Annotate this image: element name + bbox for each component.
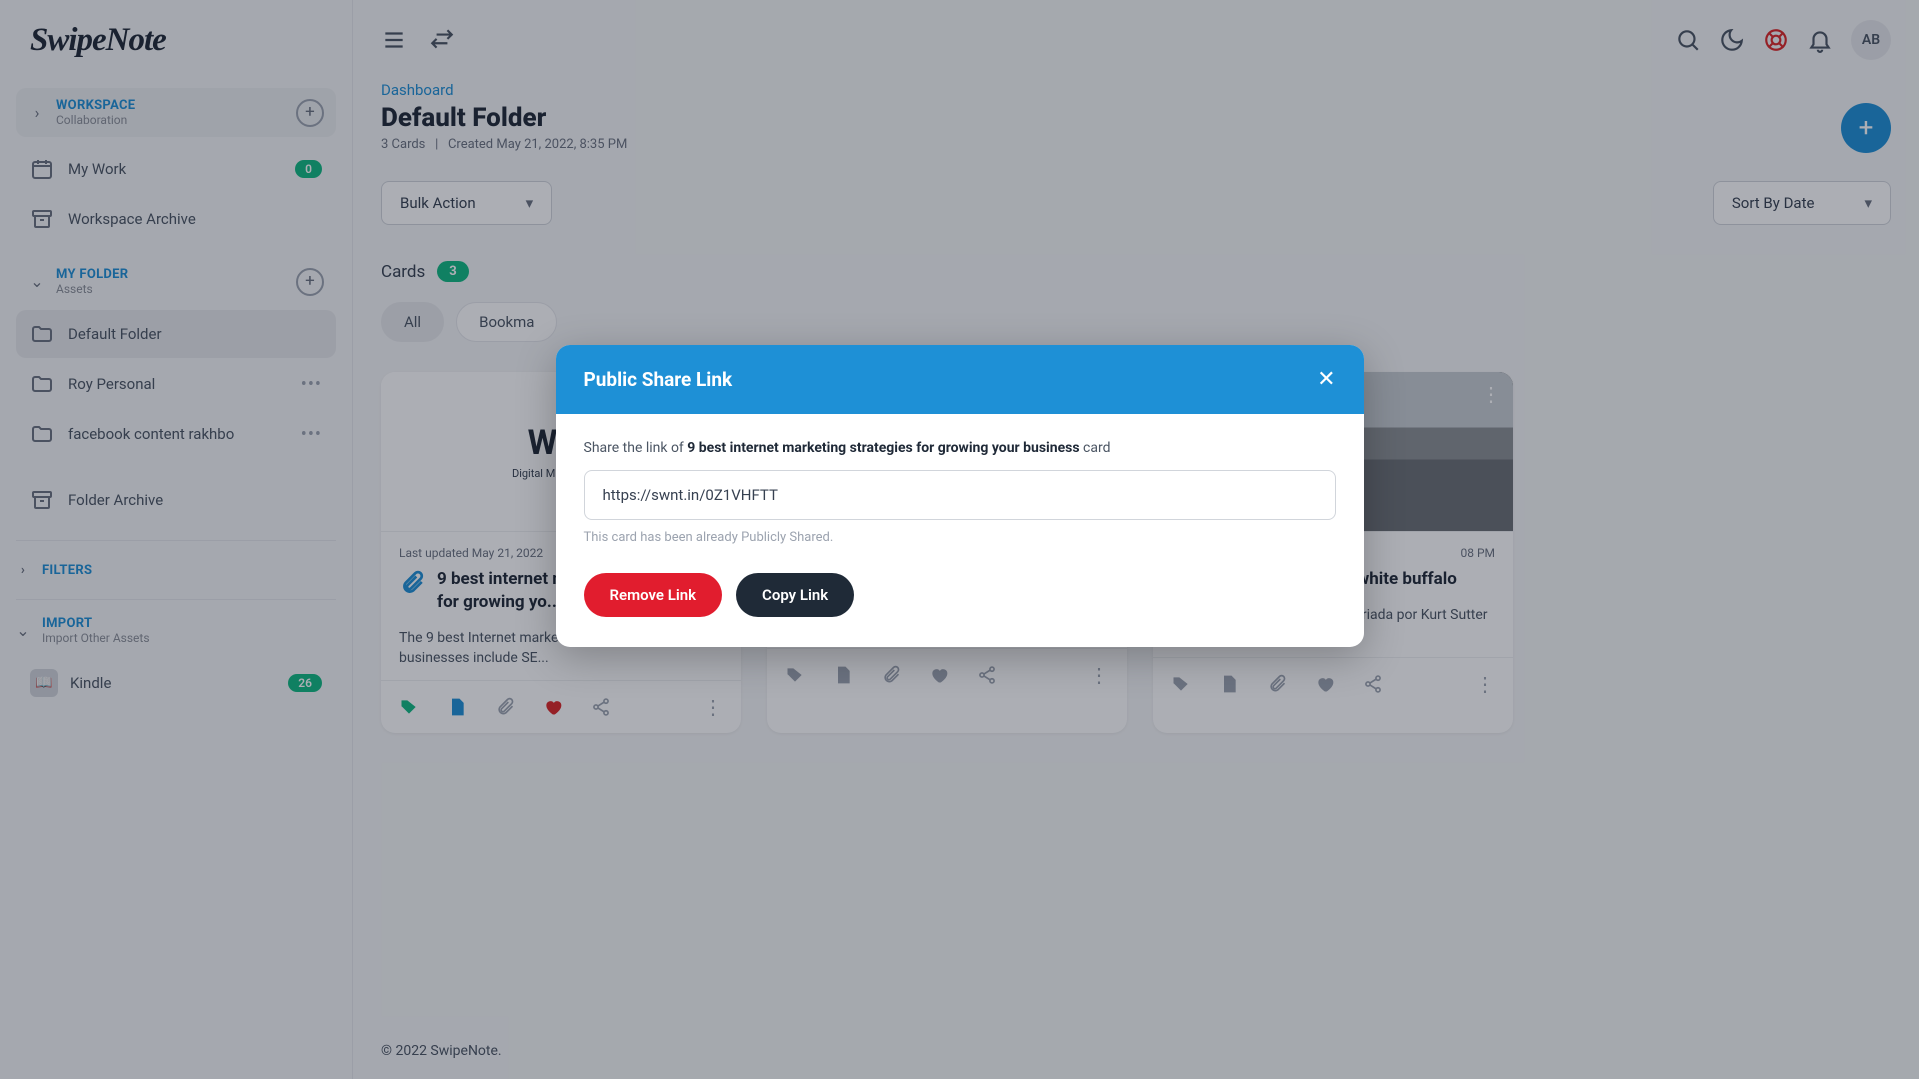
- modal-body: Share the link of 9 best internet market…: [556, 414, 1364, 647]
- share-pre: Share the link of: [584, 440, 688, 456]
- modal-overlay[interactable]: Public Share Link ✕ Share the link of 9 …: [0, 0, 1919, 1079]
- copy-link-button[interactable]: Copy Link: [736, 573, 854, 617]
- share-bold: 9 best internet marketing strategies for…: [687, 440, 1079, 456]
- modal-header: Public Share Link ✕: [556, 345, 1364, 414]
- modal-title: Public Share Link: [584, 368, 733, 391]
- share-link-input[interactable]: [584, 470, 1336, 520]
- close-icon[interactable]: ✕: [1317, 367, 1335, 392]
- share-text: Share the link of 9 best internet market…: [584, 440, 1336, 456]
- remove-link-button[interactable]: Remove Link: [584, 573, 723, 617]
- share-modal: Public Share Link ✕ Share the link of 9 …: [556, 345, 1364, 647]
- share-post: card: [1080, 440, 1111, 456]
- share-hint: This card has been already Publicly Shar…: [584, 530, 1336, 545]
